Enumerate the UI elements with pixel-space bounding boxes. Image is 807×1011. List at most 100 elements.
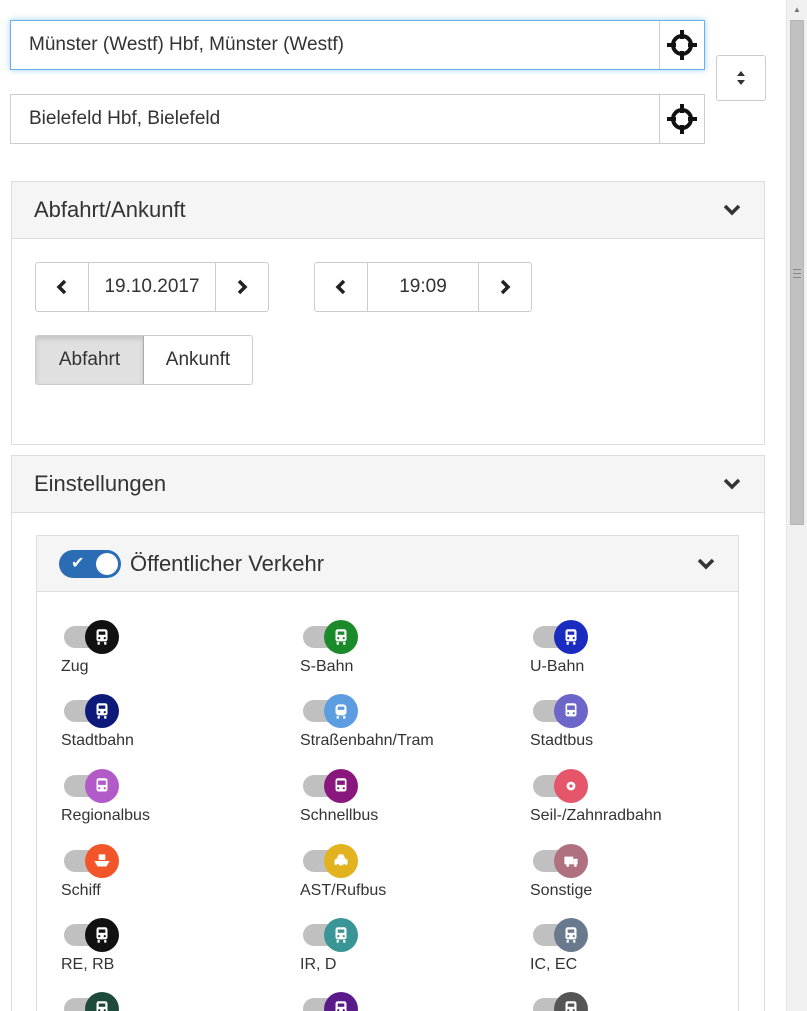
settings-panel-title: Einstellungen (34, 471, 167, 496)
chevron-down-icon (722, 200, 742, 220)
public-transport-toggle[interactable]: ✔ (59, 549, 121, 578)
mode-toggle[interactable] (59, 992, 119, 1011)
train-icon (554, 918, 588, 952)
time-panel: Abfahrt/Ankunft (11, 181, 765, 445)
mode-label: Schiff (61, 882, 101, 899)
mode-toggle[interactable] (528, 694, 588, 728)
arrival-button[interactable]: Ankunft (144, 336, 252, 384)
mode-label: AST/Rufbus (300, 882, 387, 899)
chevron-left-icon (56, 279, 67, 295)
chevron-right-icon (500, 279, 511, 295)
mode-label: S-Bahn (300, 658, 354, 675)
mode-mode-16 (59, 992, 289, 1011)
time-panel-heading[interactable]: Abfahrt/Ankunft (12, 182, 764, 239)
date-value[interactable]: 19.10.2017 (87, 263, 217, 311)
time-next-button[interactable] (479, 263, 531, 311)
departure-arrival-toggle: Abfahrt Ankunft (35, 335, 253, 385)
mode-toggle[interactable] (298, 844, 358, 878)
mode-toggle[interactable] (298, 918, 358, 952)
bus-icon (85, 769, 119, 803)
mode-toggle[interactable] (298, 769, 358, 803)
time-prev-button[interactable] (315, 263, 367, 311)
train-icon (324, 918, 358, 952)
mode-toggle[interactable] (528, 620, 588, 654)
mode-toggle[interactable] (298, 992, 358, 1011)
train-icon (85, 620, 119, 654)
chevron-down-icon (696, 554, 716, 574)
cable-car-icon (554, 769, 588, 803)
mode-toggle[interactable] (59, 918, 119, 952)
mode-label: Zug (61, 658, 89, 675)
mode-schiff: Schiff (59, 844, 289, 900)
ship-icon (85, 844, 119, 878)
mode-toggle[interactable] (528, 918, 588, 952)
train-icon (85, 992, 119, 1011)
origin-locate-button[interactable] (659, 21, 704, 69)
train-icon (85, 694, 119, 728)
mode-ir-d: IR, D (298, 918, 528, 974)
mode-label: Stadtbahn (61, 732, 134, 749)
mode-mode-17 (298, 992, 528, 1011)
vertical-scrollbar[interactable]: ▲ (786, 0, 807, 1011)
mode-stra-enbahn-tram: Straßenbahn/Tram (298, 694, 528, 750)
bus-icon (324, 769, 358, 803)
mode-toggle[interactable] (528, 769, 588, 803)
chevron-left-icon (335, 279, 346, 295)
mode-schnellbus: Schnellbus (298, 769, 528, 825)
mode-label: IR, D (300, 956, 337, 973)
public-transport-heading[interactable]: ✔ Öffentlicher Verkehr (37, 536, 738, 592)
swap-button[interactable] (716, 55, 766, 101)
scrollbar-thumb[interactable] (790, 20, 804, 525)
mode-label: Seil-/Zahnradbahn (530, 807, 662, 824)
mode-label: RE, RB (61, 956, 115, 973)
mode-stadtbus: Stadtbus (528, 694, 758, 750)
mode-ast-rufbus: AST/Rufbus (298, 844, 528, 900)
mode-toggle[interactable] (59, 620, 119, 654)
mode-label: Stadtbus (530, 732, 594, 749)
chevron-right-icon (237, 279, 248, 295)
mode-label: U-Bahn (530, 658, 585, 675)
mode-toggle[interactable] (59, 769, 119, 803)
departure-button[interactable]: Abfahrt (36, 336, 144, 384)
mode-regionalbus: Regionalbus (59, 769, 289, 825)
origin-input[interactable] (11, 21, 661, 69)
mode-toggle[interactable] (59, 844, 119, 878)
public-transport-title: Öffentlicher Verkehr (130, 550, 325, 576)
mode-label: Straßenbahn/Tram (300, 732, 434, 749)
date-stepper: 19.10.2017 (35, 262, 269, 312)
mode-toggle[interactable] (528, 844, 588, 878)
destination-locate-button[interactable] (659, 95, 704, 143)
crosshair-icon (667, 104, 697, 134)
train-icon (324, 620, 358, 654)
scroll-up-arrow-icon[interactable]: ▲ (787, 0, 807, 18)
mode-u-bahn: U-Bahn (528, 620, 758, 676)
mode-toggle[interactable] (59, 694, 119, 728)
mode-label: Sonstige (530, 882, 593, 899)
train-icon (554, 992, 588, 1011)
mode-label: Schnellbus (300, 807, 379, 824)
mode-re-rb: RE, RB (59, 918, 289, 974)
time-value[interactable]: 19:09 (367, 263, 479, 311)
check-icon: ✔ (71, 554, 85, 572)
taxi-icon (324, 844, 358, 878)
mode-toggle[interactable] (298, 694, 358, 728)
settings-panel-heading[interactable]: Einstellungen (12, 456, 764, 513)
chevron-down-icon (722, 474, 742, 494)
mode-seil-zahnradbahn: Seil-/Zahnradbahn (528, 769, 758, 825)
mode-stadtbahn: Stadtbahn (59, 694, 289, 750)
sort-icon (737, 71, 745, 85)
origin-field (10, 20, 705, 70)
time-stepper: 19:09 (314, 262, 532, 312)
crosshair-icon (667, 30, 697, 60)
mode-label: IC, EC (530, 956, 578, 973)
bus-icon (554, 694, 588, 728)
mode-toggle[interactable] (528, 992, 588, 1011)
date-prev-button[interactable] (36, 263, 88, 311)
mode-s-bahn: S-Bahn (298, 620, 528, 676)
mode-sonstige: Sonstige (528, 844, 758, 900)
mode-toggle[interactable] (298, 620, 358, 654)
date-next-button[interactable] (216, 263, 268, 311)
destination-input[interactable] (11, 95, 661, 143)
train-icon (554, 620, 588, 654)
train-icon (324, 992, 358, 1011)
